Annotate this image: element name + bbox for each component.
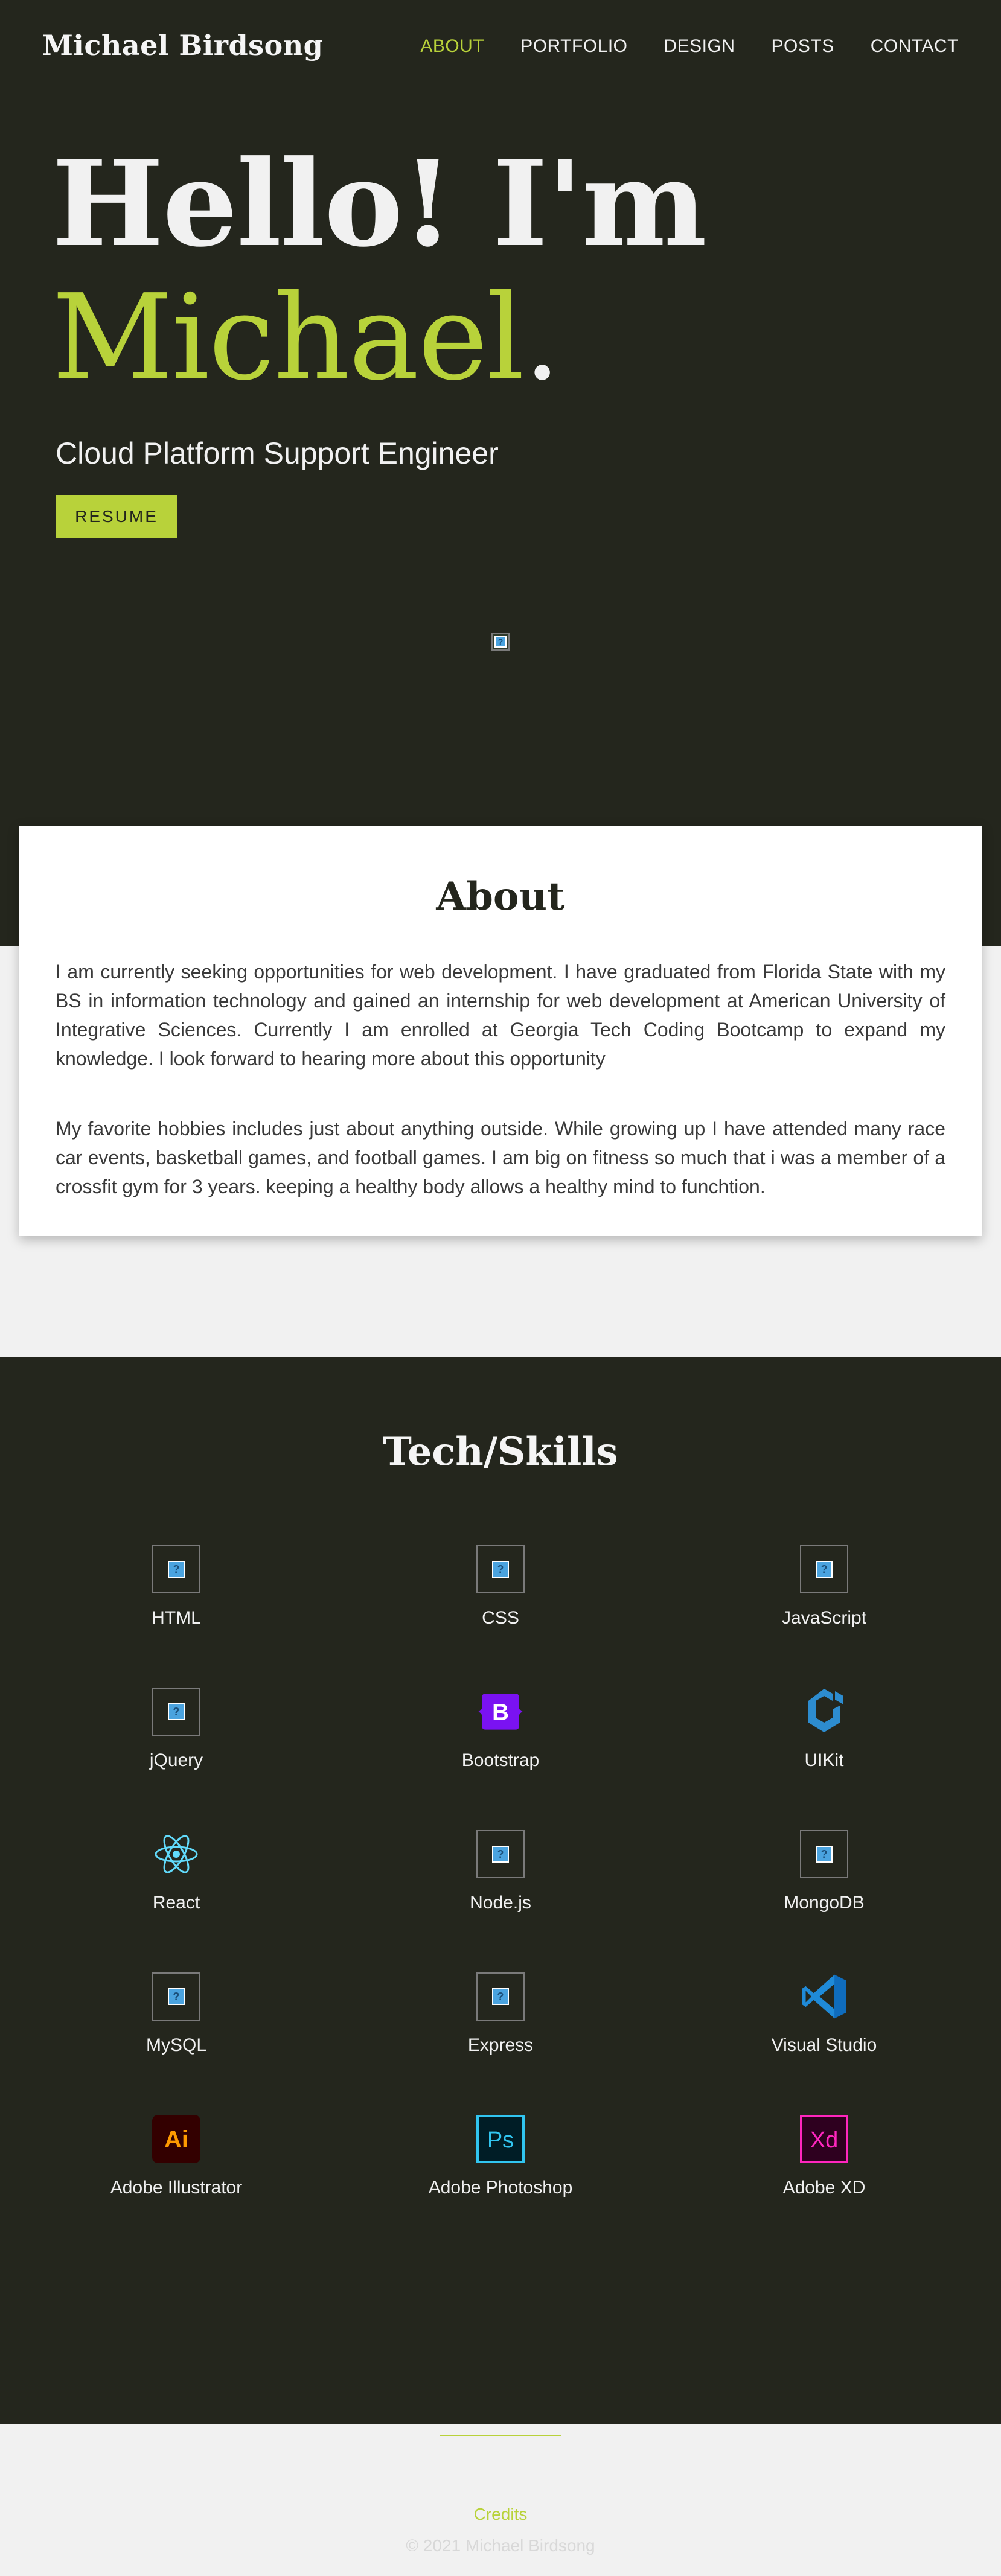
skill-label: Node.js (470, 1893, 531, 1913)
broken-image-icon: ? (476, 1972, 525, 2021)
nav-link-posts[interactable]: POSTS (772, 36, 834, 57)
hero-greeting: Hello! I'm (52, 135, 707, 273)
credits-link[interactable]: Credits (0, 2505, 1001, 2524)
site-brand[interactable]: Michael Birdsong (42, 29, 323, 62)
copyright-text: © 2021 Michael Birdsong (406, 2536, 595, 2555)
skill-label: UIKit (804, 1750, 844, 1770)
hero-section: Michael Birdsong ABOUT PORTFOLIO DESIGN … (0, 0, 1001, 946)
skill-item: Ai Adobe Illustrator (56, 2115, 297, 2224)
uikit-icon (800, 1688, 848, 1736)
skill-label: CSS (482, 1608, 519, 1628)
linkedin-icon[interactable] (513, 2465, 537, 2489)
about-section: About I am currently seeking opportuniti… (0, 826, 1001, 1357)
about-paragraph: I am currently seeking opportunities for… (56, 961, 945, 1070)
skill-label: Adobe Illustrator (110, 2178, 243, 2198)
hero-name-line: Michael. (52, 279, 561, 397)
skill-label: Express (467, 2035, 534, 2055)
github-icon[interactable] (464, 2465, 488, 2489)
skill-item: ? Express (380, 1972, 621, 2081)
nav-link-about[interactable]: ABOUT (420, 36, 484, 57)
svg-text:Ai: Ai (164, 2126, 188, 2153)
broken-image-icon: ? (152, 1545, 200, 1593)
broken-image-icon: ? (476, 1830, 525, 1878)
skill-item: Ps Adobe Photoshop (380, 2115, 621, 2224)
nav-link-portfolio[interactable]: PORTFOLIO (520, 36, 627, 57)
nav-link-contact[interactable]: CONTACT (871, 36, 959, 57)
skill-label: jQuery (149, 1750, 203, 1770)
about-paragraph: My favorite hobbies includes just about … (56, 1118, 945, 1197)
skill-item: UIKit (703, 1688, 945, 1796)
skill-item: ? JavaScript (703, 1545, 945, 1654)
skill-item: Xd Adobe XD (703, 2115, 945, 2224)
skill-label: Visual Studio (771, 2035, 877, 2055)
svg-text:Xd: Xd (810, 2128, 838, 2153)
top-nav: Michael Birdsong ABOUT PORTFOLIO DESIGN … (0, 0, 1001, 97)
skill-label: Adobe Photoshop (428, 2178, 573, 2198)
skill-label: JavaScript (781, 1608, 867, 1628)
skill-item: React (56, 1830, 297, 1939)
broken-image-icon: ? (800, 1545, 848, 1593)
skill-label: MySQL (146, 2035, 207, 2055)
footer-divider (440, 2435, 561, 2436)
broken-image-icon: ? (491, 633, 510, 651)
skill-label: Bootstrap (461, 1750, 540, 1770)
svg-text:Ps: Ps (487, 2128, 514, 2153)
skill-label: HTML (152, 1608, 201, 1628)
hero-subtitle: Cloud Platform Support Engineer (56, 436, 499, 470)
hero-name: Michael (52, 269, 525, 407)
broken-image-icon: ? (476, 1545, 525, 1593)
skill-item: Visual Studio (703, 1972, 945, 2081)
skill-item: ? MySQL (56, 1972, 297, 2081)
broken-image-icon: ? (152, 1972, 200, 2021)
nav-link-design[interactable]: DESIGN (664, 36, 735, 57)
skill-item: B Bootstrap (380, 1688, 621, 1796)
about-card: About I am currently seeking opportuniti… (19, 826, 982, 1236)
broken-image-icon: ? (800, 1830, 848, 1878)
skill-label: React (152, 1893, 200, 1913)
skill-item: ? CSS (380, 1545, 621, 1654)
bootstrap-icon: B (476, 1688, 525, 1736)
skill-label: MongoDB (784, 1893, 865, 1913)
skill-item: ? jQuery (56, 1688, 297, 1796)
skills-section: Tech/Skills ? HTML ? CSS ? JavaScript ? … (0, 1357, 1001, 2555)
illustrator-icon: Ai (152, 2115, 200, 2163)
vscode-icon (800, 1972, 848, 2021)
skills-title: Tech/Skills (383, 1429, 618, 1475)
skill-label: Adobe XD (782, 2178, 866, 2198)
broken-image-icon: ? (152, 1688, 200, 1736)
svg-text:B: B (492, 1700, 509, 1726)
skill-item: ? HTML (56, 1545, 297, 1654)
social-links (0, 2465, 1001, 2489)
skill-item: ? MongoDB (703, 1830, 945, 1939)
nav-links: ABOUT PORTFOLIO DESIGN POSTS CONTACT (420, 36, 959, 57)
photoshop-icon: Ps (476, 2115, 525, 2163)
hero-dot: . (523, 269, 561, 407)
resume-button[interactable]: RESUME (56, 495, 177, 538)
react-icon (152, 1830, 200, 1878)
xd-icon: Xd (800, 2115, 848, 2163)
skill-item: ? Node.js (380, 1830, 621, 1939)
about-title: About (436, 874, 565, 919)
